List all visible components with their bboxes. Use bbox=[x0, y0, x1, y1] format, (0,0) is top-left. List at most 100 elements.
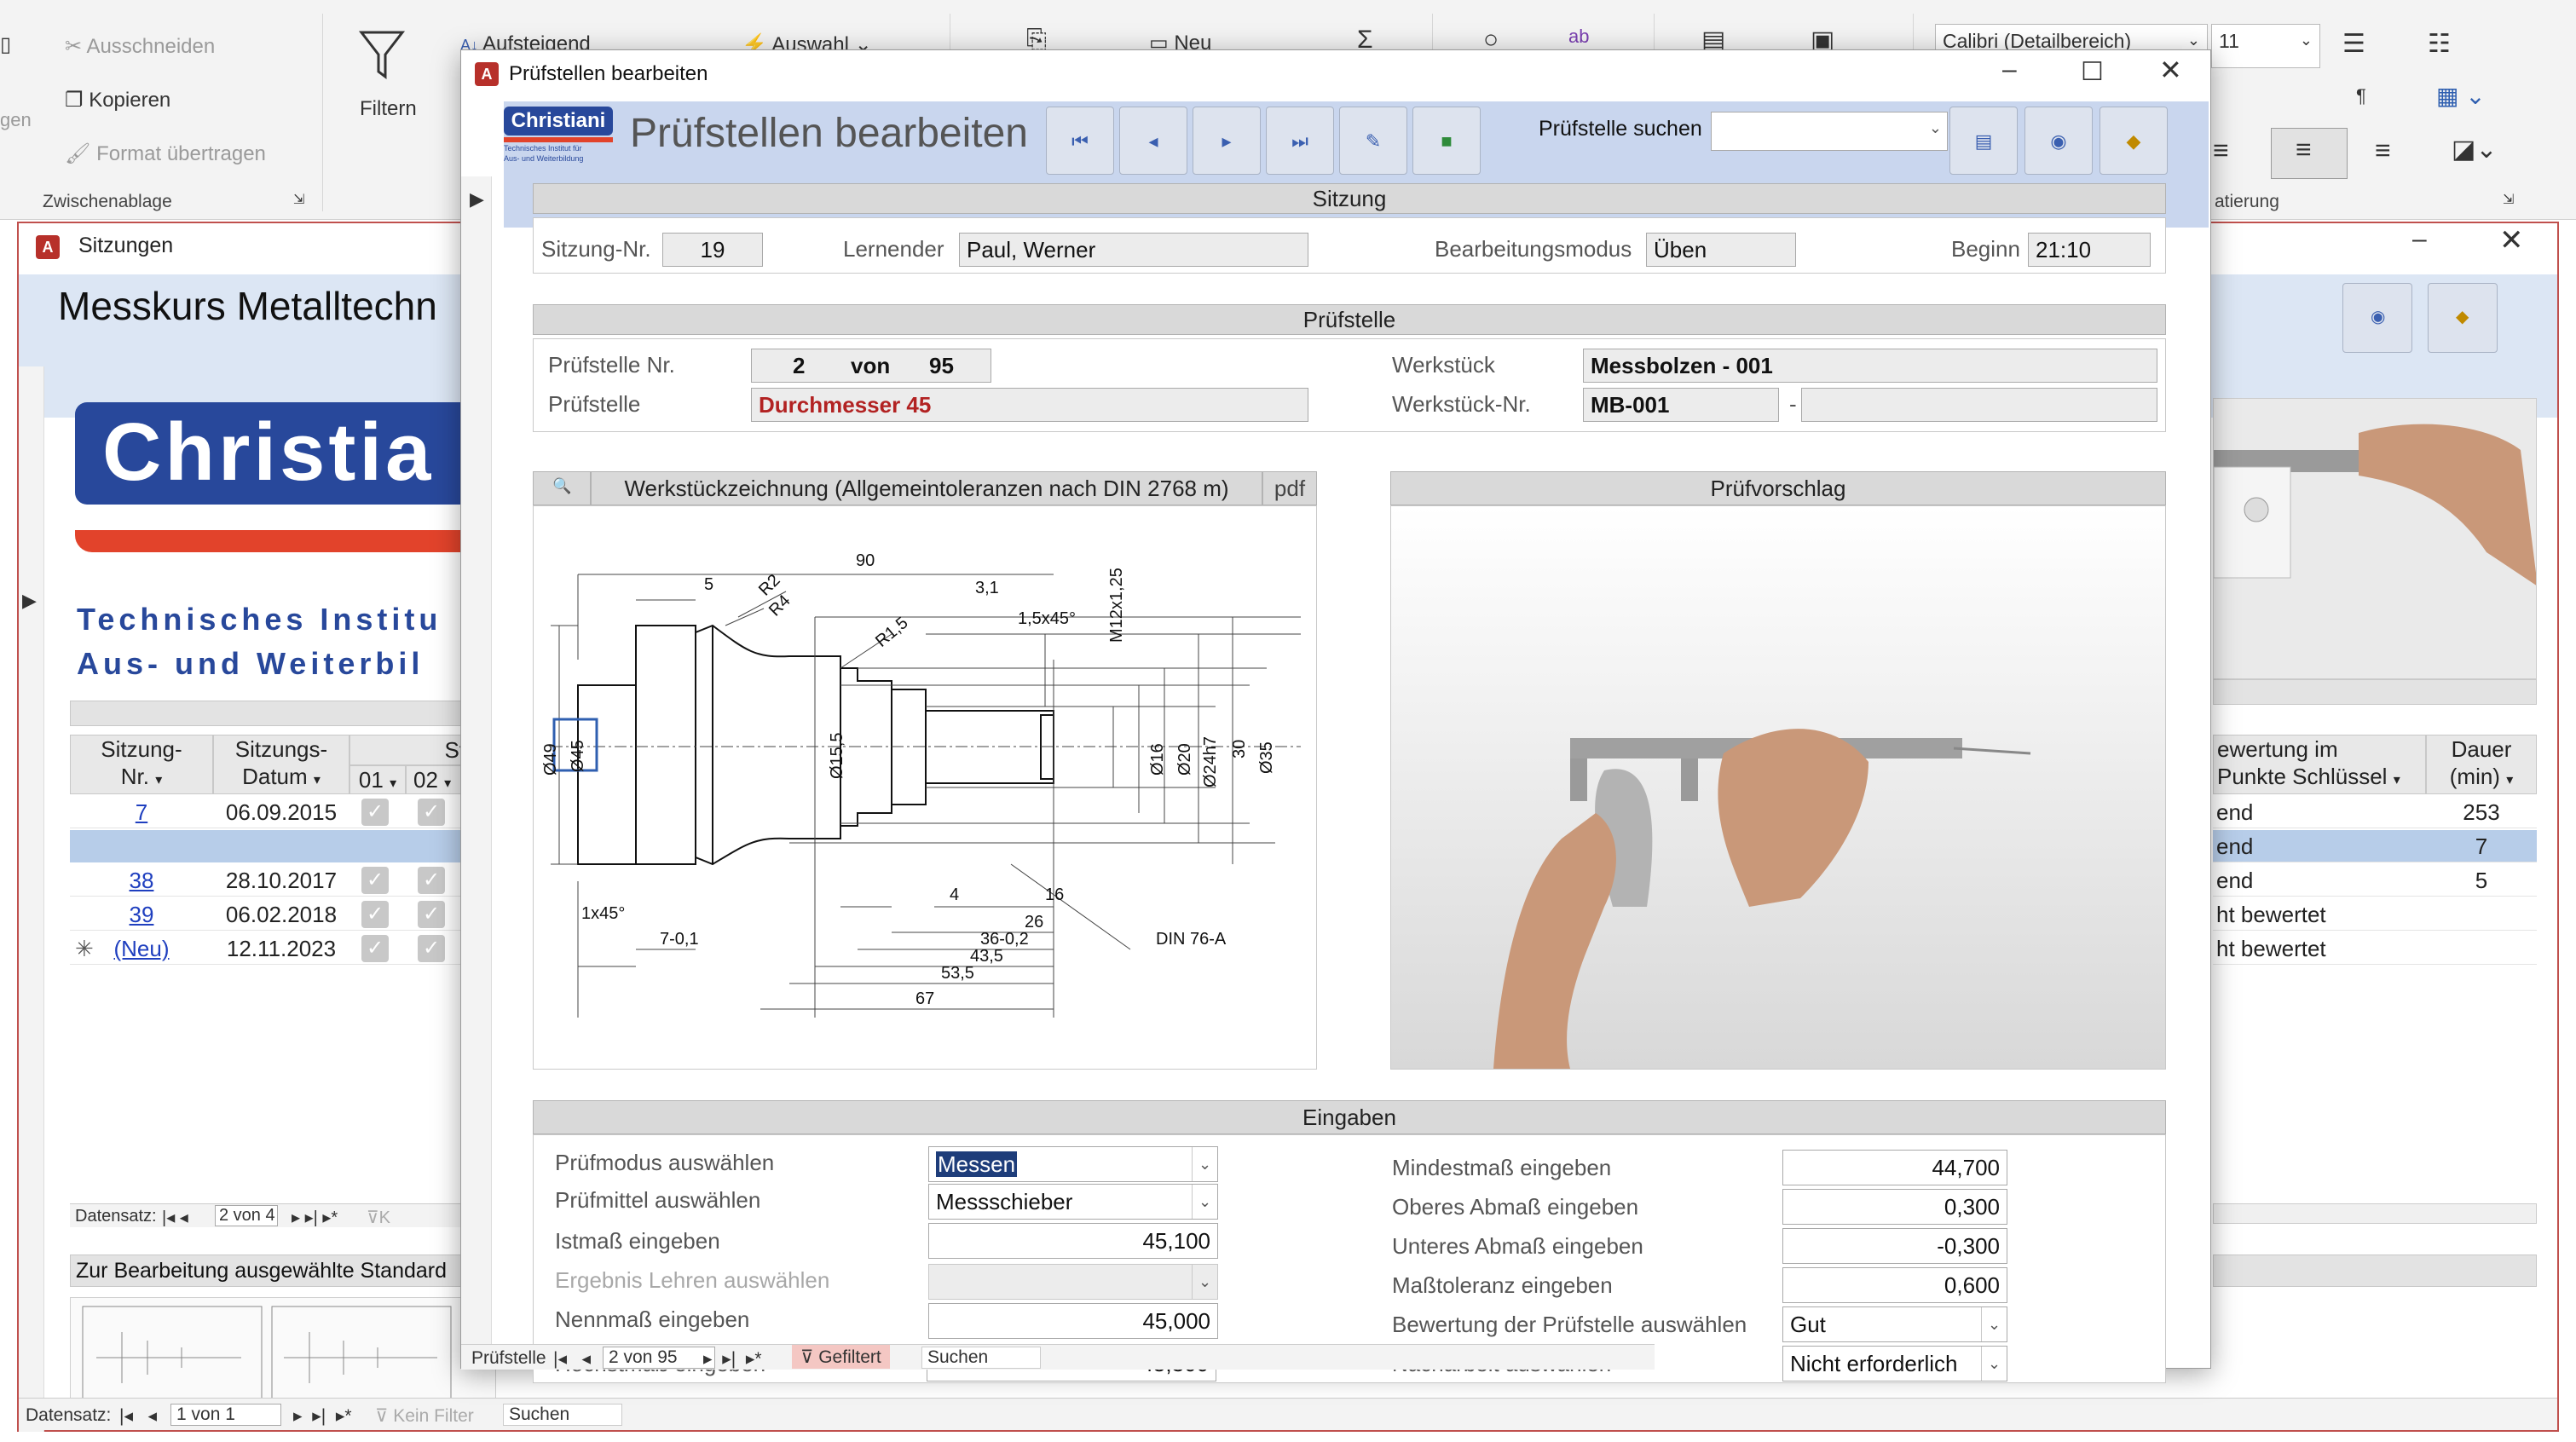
mindestmass-input[interactable]: 44,700 bbox=[1782, 1150, 2007, 1185]
table-row[interactable]: 38 28.10.2017 ✓ ✓ bbox=[70, 864, 496, 897]
checkbox[interactable]: ✓ bbox=[361, 799, 389, 826]
bewertung-cell: end bbox=[2216, 833, 2254, 859]
bewertung-select[interactable]: Gut ⌄ bbox=[1782, 1306, 2007, 1342]
table-row[interactable]: (Neu) 12.11.2023 ✓ ✓ bbox=[70, 932, 496, 965]
close-button[interactable]: ✕ bbox=[2499, 223, 2524, 257]
main-record-box[interactable]: 1 von 1 bbox=[170, 1404, 281, 1426]
format-painter-button[interactable]: 🖌 Format übertragen bbox=[65, 141, 266, 166]
first-record-icon[interactable]: |◂ ◂ bbox=[162, 1207, 188, 1228]
minimize-button[interactable]: – bbox=[2412, 225, 2427, 254]
dim-chamfer: 1,5x45° bbox=[1018, 609, 1076, 628]
main-first-record-icon[interactable]: |◂ ◂ bbox=[119, 1405, 157, 1427]
nennmass-input[interactable]: 45,000 bbox=[928, 1303, 1218, 1339]
dialog-first-record-icon[interactable]: |◂ ◂ bbox=[553, 1348, 591, 1370]
pruefstelle-search-combo[interactable]: ⌄ bbox=[1711, 112, 1948, 151]
group-launcher-icon[interactable]: ⇲ bbox=[293, 191, 304, 208]
sitzung-nr-link[interactable]: 7 bbox=[70, 799, 213, 826]
replace-icon[interactable]: ab bbox=[1568, 26, 1589, 48]
align-left-icon[interactable]: ≡ bbox=[2213, 135, 2229, 166]
chevron-down-icon: ⌄ bbox=[1192, 1265, 1217, 1299]
fill-color-icon[interactable]: ◪⌄ bbox=[2452, 135, 2497, 164]
masstoleranz-input[interactable]: 0,600 bbox=[1782, 1267, 2007, 1303]
maximize-button[interactable]: ☐ bbox=[2081, 57, 2104, 87]
main-filter-indicator[interactable]: ⊽ Kein Filter bbox=[375, 1405, 474, 1427]
main-next-record-icon[interactable]: ▸ ▸| ▸* bbox=[293, 1405, 352, 1427]
checkbox[interactable]: ✓ bbox=[418, 867, 445, 894]
bullets-icon[interactable]: ☰ bbox=[2342, 29, 2365, 59]
sitzung-nr-link[interactable]: 38 bbox=[70, 868, 213, 894]
checkbox[interactable]: ✓ bbox=[418, 901, 445, 928]
dialog-search-box[interactable]: Suchen bbox=[921, 1347, 1041, 1369]
col-dauer[interactable]: Dauer (min) ▾ bbox=[2426, 735, 2537, 794]
close-button[interactable]: ✕ bbox=[2159, 54, 2182, 86]
last-record-button[interactable]: ⏭ bbox=[1266, 107, 1334, 175]
table-row[interactable]: ht bewertet bbox=[2213, 932, 2537, 965]
previous-record-button[interactable]: ◂ bbox=[1119, 107, 1187, 175]
filter-icon[interactable] bbox=[358, 29, 406, 82]
table-row[interactable]: end 5 bbox=[2213, 864, 2537, 897]
save-button[interactable]: ■ bbox=[1412, 107, 1481, 175]
subform-record-box[interactable]: 2 von 4 bbox=[215, 1205, 278, 1226]
lehren-select[interactable]: ⌄ bbox=[928, 1264, 1218, 1300]
right-scrollbar[interactable] bbox=[2213, 1203, 2537, 1224]
filter-button[interactable]: Filtern bbox=[360, 97, 417, 121]
align-right-icon[interactable]: ≡ bbox=[2375, 135, 2391, 166]
table-row[interactable]: ht bewertet bbox=[2213, 898, 2537, 931]
gridlines-icon[interactable]: ▦ ⌄ bbox=[2436, 82, 2486, 110]
exit-button[interactable]: ◆ bbox=[2099, 107, 2168, 175]
book-button[interactable]: ▤ bbox=[1949, 107, 2018, 175]
col-sitzung-nr[interactable]: Sitzung- Nr. ▾ bbox=[70, 735, 213, 794]
sitzung-nr-link[interactable]: 39 bbox=[70, 902, 213, 928]
next-record-button[interactable]: ▸ bbox=[1193, 107, 1261, 175]
edit-button[interactable]: ✎ bbox=[1339, 107, 1407, 175]
dim-26: 26 bbox=[1025, 913, 1043, 932]
copy-button[interactable]: ❐ Kopieren bbox=[65, 88, 170, 112]
table-row[interactable]: end 7 bbox=[2213, 830, 2537, 862]
clipboard-left-clip: gen bbox=[0, 109, 32, 130]
checkbox[interactable]: ✓ bbox=[418, 799, 445, 826]
dauer-cell: 7 bbox=[2475, 833, 2488, 859]
checkbox[interactable]: ✓ bbox=[361, 867, 389, 894]
font-size-select[interactable]: 11 ⌄ bbox=[2211, 24, 2320, 68]
checkbox[interactable]: ✓ bbox=[418, 935, 445, 962]
record-selector-bar[interactable]: ▶ bbox=[19, 366, 44, 1432]
nacharbeit-select[interactable]: Nicht erforderlich ⌄ bbox=[1782, 1346, 2007, 1381]
dim-7: 7-0,1 bbox=[660, 930, 699, 949]
table-row[interactable]: 39 06.02.2018 ✓ ✓ bbox=[70, 898, 496, 931]
istmass-input[interactable]: 45,100 bbox=[928, 1223, 1218, 1259]
pruefmodus-select[interactable]: Messen ⌄ bbox=[928, 1146, 1218, 1182]
cut-button[interactable]: ✂ Ausschneiden bbox=[65, 34, 215, 59]
checkbox[interactable]: ✓ bbox=[361, 935, 389, 962]
zoom-drawing-button[interactable]: 🔍 bbox=[533, 471, 591, 505]
paste-icon[interactable]: ▯ bbox=[0, 32, 11, 57]
sitzung-datum: 06.02.2018 bbox=[225, 902, 338, 927]
pruefmittel-select[interactable]: Messschieber ⌄ bbox=[928, 1184, 1218, 1220]
oberes-abmass-input[interactable]: 0,300 bbox=[1782, 1189, 2007, 1225]
dialog-filter-toggle[interactable]: ⊽ Gefiltert bbox=[792, 1345, 890, 1369]
formatting-launcher-icon[interactable]: ⇲ bbox=[2503, 191, 2514, 208]
main-search-box[interactable]: Suchen bbox=[503, 1404, 622, 1426]
next-record-icon[interactable]: ▸ ▸| ▸* bbox=[292, 1207, 338, 1228]
checkbox[interactable]: ✓ bbox=[361, 901, 389, 928]
paragraph-icon[interactable]: ¶ bbox=[2356, 85, 2366, 107]
minimize-button[interactable]: – bbox=[2002, 55, 2017, 84]
dialog-next-record-icon[interactable]: ▸ ▸| ▸* bbox=[703, 1348, 762, 1370]
pdf-button[interactable]: pdf bbox=[1262, 471, 1317, 505]
align-center-button[interactable]: ≡ bbox=[2271, 128, 2348, 179]
pruefstelle-nr-box: 2 von 95 bbox=[751, 349, 991, 383]
pruefstelle-nr-value: 2 bbox=[793, 353, 806, 378]
help-button[interactable]: ◉ bbox=[2342, 283, 2412, 353]
col-01[interactable]: 01 ▾ bbox=[349, 765, 406, 794]
dialog-record-selector[interactable]: ▶ bbox=[461, 176, 492, 1344]
table-row[interactable]: 7 06.09.2015 ✓ ✓ bbox=[70, 796, 496, 828]
first-record-button[interactable]: ⏮ bbox=[1046, 107, 1114, 175]
col-sitzungs-datum[interactable]: Sitzungs- Datum ▾ bbox=[213, 735, 349, 794]
table-row[interactable]: end 253 bbox=[2213, 796, 2537, 828]
numbering-icon[interactable]: ☷ bbox=[2428, 29, 2451, 59]
col-bewertung[interactable]: ewertung im Punkte Schlüssel ▾ bbox=[2213, 735, 2426, 794]
unteres-abmass-input[interactable]: -0,300 bbox=[1782, 1228, 2007, 1264]
dialog-record-box[interactable]: 2 von 95 bbox=[603, 1347, 715, 1369]
help-button[interactable]: ◉ bbox=[2024, 107, 2093, 175]
subform-filter-indicator[interactable]: ⊽K bbox=[367, 1207, 390, 1228]
exit-button[interactable]: ◆ bbox=[2428, 283, 2498, 353]
